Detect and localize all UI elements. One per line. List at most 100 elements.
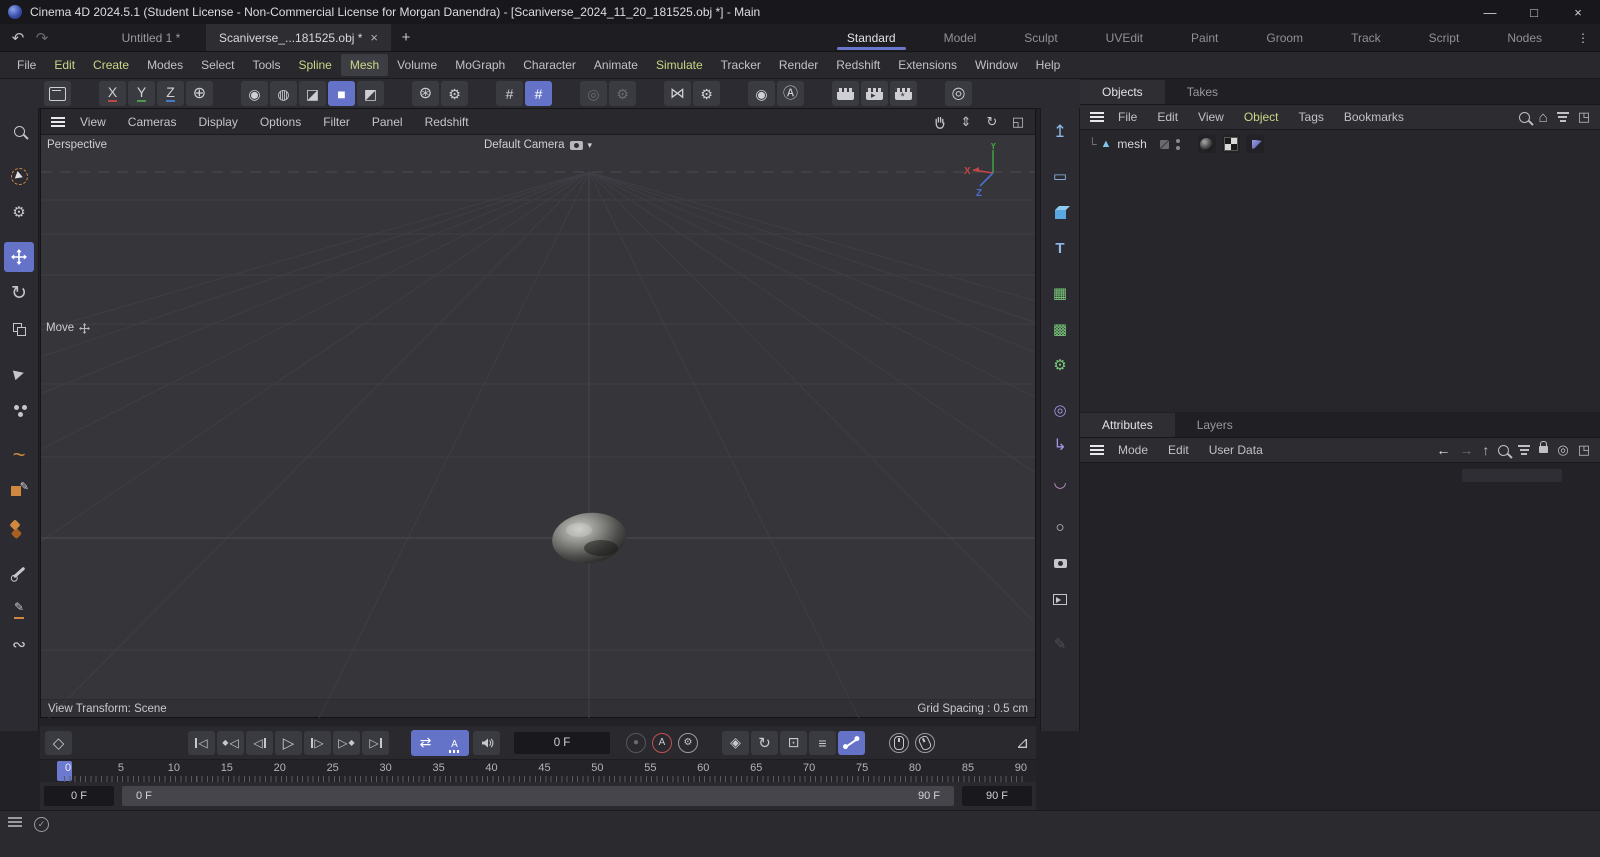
menu-tracker[interactable]: Tracker — [712, 54, 770, 76]
workspace-tab-uvedit[interactable]: UVEdit — [1082, 24, 1167, 51]
render-queue-button[interactable]: ◎ — [945, 81, 972, 106]
knife-tool[interactable] — [4, 593, 34, 623]
commander-search-tool[interactable] — [4, 116, 34, 146]
om-hamburger-icon[interactable] — [1090, 112, 1104, 122]
stage-object[interactable] — [1045, 584, 1075, 614]
quantize-grid-button[interactable]: # — [496, 81, 523, 106]
range-start-field[interactable]: 0 F — [44, 786, 114, 806]
tab-objects[interactable]: Objects — [1080, 80, 1165, 104]
play-button[interactable]: ▷ — [275, 731, 302, 755]
goto-end-button[interactable]: ▷ — [362, 731, 389, 755]
menu-character[interactable]: Character — [514, 54, 585, 76]
field-object[interactable]: ◎ — [1045, 395, 1075, 425]
attr-filter-icon[interactable] — [1518, 445, 1530, 447]
current-frame-field[interactable]: 0 F — [514, 732, 610, 754]
key-rotation-button[interactable]: ↻ — [751, 731, 778, 755]
menu-tools[interactable]: Tools — [243, 54, 289, 76]
pan-view-icon[interactable] — [929, 112, 951, 132]
viewport-menu-display[interactable]: Display — [187, 111, 248, 133]
menu-volume[interactable]: Volume — [388, 54, 446, 76]
maximize-view-icon[interactable]: ◱ — [1007, 112, 1029, 132]
om-search-icon[interactable] — [1519, 112, 1530, 123]
menu-extensions[interactable]: Extensions — [889, 54, 966, 76]
workspace-tab-groom[interactable]: Groom — [1242, 24, 1327, 51]
lock-x-axis-button[interactable]: X — [99, 81, 126, 106]
preview-range-slider[interactable]: 0 F 90 F — [122, 786, 954, 806]
edges-mode-button[interactable]: ◍ — [270, 81, 297, 106]
autokey-button[interactable]: A — [652, 733, 672, 753]
target-icon[interactable]: ◎ — [1557, 442, 1568, 458]
close-tab-icon[interactable]: × — [370, 30, 378, 45]
om-filter-icon[interactable] — [1557, 112, 1569, 114]
menu-edit[interactable]: Edit — [45, 54, 84, 76]
viewport-menu-filter[interactable]: Filter — [312, 111, 361, 133]
open-fcurve-button[interactable]: ⊿ — [1009, 731, 1036, 755]
live-selection-tool[interactable] — [4, 161, 34, 191]
phong-tag[interactable] — [1246, 135, 1264, 153]
menu-animate[interactable]: Animate — [585, 54, 647, 76]
environment-object[interactable]: ○ — [1045, 512, 1075, 542]
om-menu-object[interactable]: Object — [1234, 107, 1289, 127]
om-menu-file[interactable]: File — [1108, 107, 1147, 127]
workspace-tab-model[interactable]: Model — [920, 24, 1001, 51]
tool-settings-cursor[interactable]: ⚙ — [4, 197, 34, 227]
viewport-menu-panel[interactable]: Panel — [361, 111, 414, 133]
menu-file[interactable]: File — [8, 54, 45, 76]
attr-search-icon[interactable] — [1498, 445, 1509, 456]
axis-settings-button[interactable]: ⚙ — [441, 81, 468, 106]
goto-start-button[interactable]: ◁ — [188, 731, 215, 755]
uvw-tag[interactable] — [1222, 135, 1240, 153]
status-hamburger-icon[interactable] — [8, 817, 22, 827]
keyframe-settings-button[interactable]: ⚙ — [678, 733, 698, 753]
redo-button[interactable]: ↷ — [30, 29, 54, 47]
menu-modes[interactable]: Modes — [138, 54, 192, 76]
camera-object[interactable] — [1045, 548, 1075, 578]
mouse-rotate-button[interactable] — [915, 733, 935, 753]
om-popout-icon[interactable]: ◳ — [1578, 109, 1590, 125]
viewport-menu-view[interactable]: View — [69, 111, 117, 133]
om-menu-view[interactable]: View — [1188, 107, 1234, 127]
viewport-solo-button[interactable]: ◉ — [748, 81, 775, 106]
record-button[interactable]: ● — [626, 733, 646, 753]
tweak-move-tool[interactable] — [4, 359, 34, 389]
attr-menu-user-data[interactable]: User Data — [1199, 440, 1273, 460]
workspace-tab-nodes[interactable]: Nodes — [1483, 24, 1566, 51]
menu-mesh[interactable]: Mesh — [341, 54, 388, 76]
text-object[interactable]: T — [1045, 233, 1075, 263]
axis-modify-button[interactable]: ⊛ — [412, 81, 439, 106]
workspace-tab-standard[interactable]: Standard — [823, 24, 920, 51]
orbit-view-icon[interactable]: ↻ — [981, 112, 1003, 132]
tab-takes[interactable]: Takes — [1165, 80, 1240, 104]
up-icon[interactable]: ↑ — [1482, 442, 1489, 458]
back-icon[interactable]: ← — [1436, 442, 1450, 458]
tab-untitled-1[interactable]: Untitled 1 * — [96, 24, 206, 51]
workspace-tab-paint[interactable]: Paint — [1167, 24, 1242, 51]
om-menu-edit[interactable]: Edit — [1147, 107, 1188, 127]
lock-y-axis-button[interactable]: Y — [128, 81, 155, 106]
object-name[interactable]: mesh — [1117, 137, 1146, 151]
lock-icon[interactable] — [1539, 446, 1548, 453]
spline-smooth-tool[interactable]: ~ — [4, 440, 34, 470]
workspace-menu-icon[interactable]: ⋮ — [1566, 31, 1600, 45]
tab-layers[interactable]: Layers — [1175, 413, 1255, 437]
next-key-button[interactable]: ▷◆ — [333, 731, 360, 755]
timeline-ruler[interactable]: 051015202530354045505560657075808590 — [40, 759, 1036, 782]
play-mode-button[interactable] — [441, 731, 468, 755]
om-menu-bookmarks[interactable]: Bookmarks — [1334, 107, 1414, 127]
menu-window[interactable]: Window — [966, 54, 1027, 76]
prev-frame-button[interactable]: ◁ — [246, 731, 273, 755]
polygon-pen-tool[interactable] — [4, 476, 34, 506]
symmetry-settings-button[interactable]: ⚙ — [693, 81, 720, 106]
render-picture-viewer-button[interactable] — [861, 81, 888, 106]
next-frame-button[interactable]: ▷ — [304, 731, 331, 755]
brush-tool[interactable] — [4, 557, 34, 587]
tab-scaniverse-obj[interactable]: Scaniverse_...181525.obj * × — [206, 24, 391, 51]
scale-tool[interactable] — [4, 314, 34, 344]
menu-render[interactable]: Render — [770, 54, 827, 76]
render-settings-button[interactable] — [890, 81, 917, 106]
new-tab-button[interactable]: + — [391, 29, 421, 46]
multi-pen-tool[interactable] — [4, 512, 34, 542]
attr-popout-icon[interactable]: ◳ — [1578, 442, 1590, 458]
mograph-cloner-object[interactable]: ▦ — [1045, 278, 1075, 308]
spline-sketch-tool[interactable]: ∾ — [4, 629, 34, 659]
